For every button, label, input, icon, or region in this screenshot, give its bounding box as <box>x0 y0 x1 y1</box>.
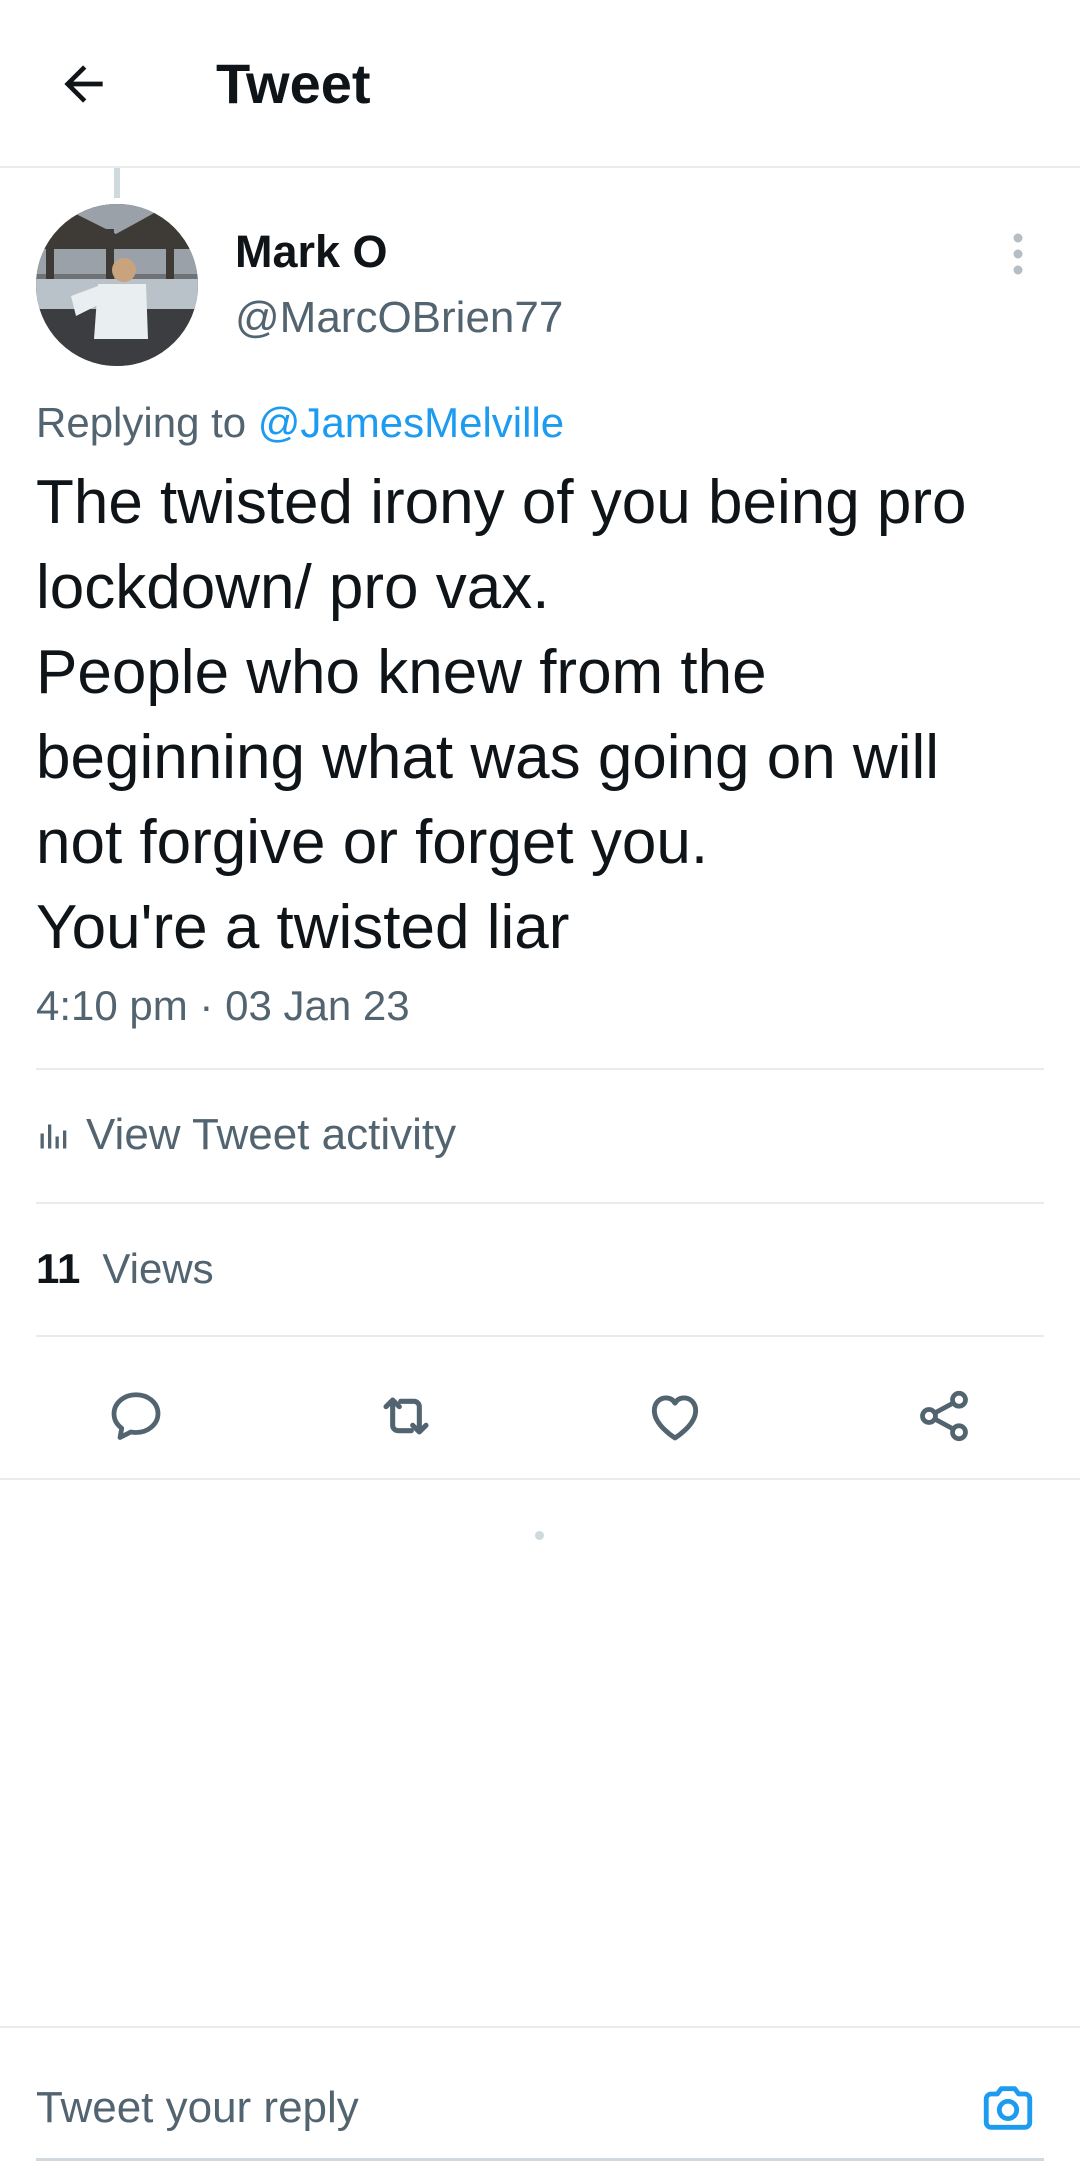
author-handle: @MarcOBrien77 <box>235 293 564 342</box>
tweet-text-line: You're a twisted liar <box>36 893 570 962</box>
reply-input-underline <box>36 2158 1044 2161</box>
more-options-button[interactable] <box>998 222 1038 286</box>
thread-connector-line <box>114 168 120 198</box>
tweet-text-line: The twisted irony of you being pro <box>36 468 967 537</box>
views-number: 11 <box>36 1245 81 1292</box>
back-button[interactable] <box>36 40 132 128</box>
camera-icon <box>983 2086 1033 2130</box>
arrow-left-icon <box>64 65 103 103</box>
reply-composer-bar <box>0 2026 1080 2176</box>
share-button[interactable] <box>896 1368 992 1464</box>
heart-icon <box>651 1395 699 1441</box>
tweet-timestamp[interactable]: 4:10 pm · 03 Jan 23 <box>36 980 410 1032</box>
author-display-name[interactable]: Mark O <box>235 226 388 278</box>
reply-input[interactable] <box>36 2078 936 2138</box>
view-tweet-activity-button[interactable]: View Tweet activity <box>36 1070 1044 1200</box>
replying-to-prefix: Replying to <box>36 399 247 446</box>
retweet-button[interactable] <box>358 1368 454 1464</box>
avatar[interactable] <box>36 204 198 366</box>
more-vertical-icon <box>1013 233 1023 275</box>
bar-chart-icon <box>40 1124 67 1149</box>
retweet-icon <box>383 1397 429 1435</box>
replying-to-line: Replying to @JamesMelville <box>36 398 564 448</box>
reply-button[interactable] <box>88 1368 184 1464</box>
camera-button[interactable] <box>972 2072 1044 2144</box>
top-app-bar: Tweet <box>0 0 1080 168</box>
views-label: Views <box>102 1245 214 1292</box>
like-button[interactable] <box>627 1368 723 1464</box>
page-title: Tweet <box>216 52 371 115</box>
user-avatar-photo <box>36 204 198 366</box>
replying-to-mention-link[interactable]: @JamesMelville <box>258 399 564 446</box>
tweet-text-line: lockdown/ pro vax. <box>36 553 550 622</box>
divider <box>36 1335 1044 1337</box>
tweet-text-line: People who knew from the <box>36 638 767 707</box>
divider <box>0 1478 1080 1480</box>
comment-icon <box>111 1392 161 1440</box>
loading-indicator <box>535 1531 544 1540</box>
tweet-text: The twisted irony of you being pro lockd… <box>36 460 1056 970</box>
share-icon <box>920 1390 968 1442</box>
views-count: 11 Views <box>36 1204 214 1334</box>
tweet-text-line: beginning what was going on will <box>36 723 940 792</box>
tweet-text-line: not forgive or forget you. <box>36 808 709 877</box>
view-tweet-activity-label: View Tweet activity <box>86 1110 457 1159</box>
